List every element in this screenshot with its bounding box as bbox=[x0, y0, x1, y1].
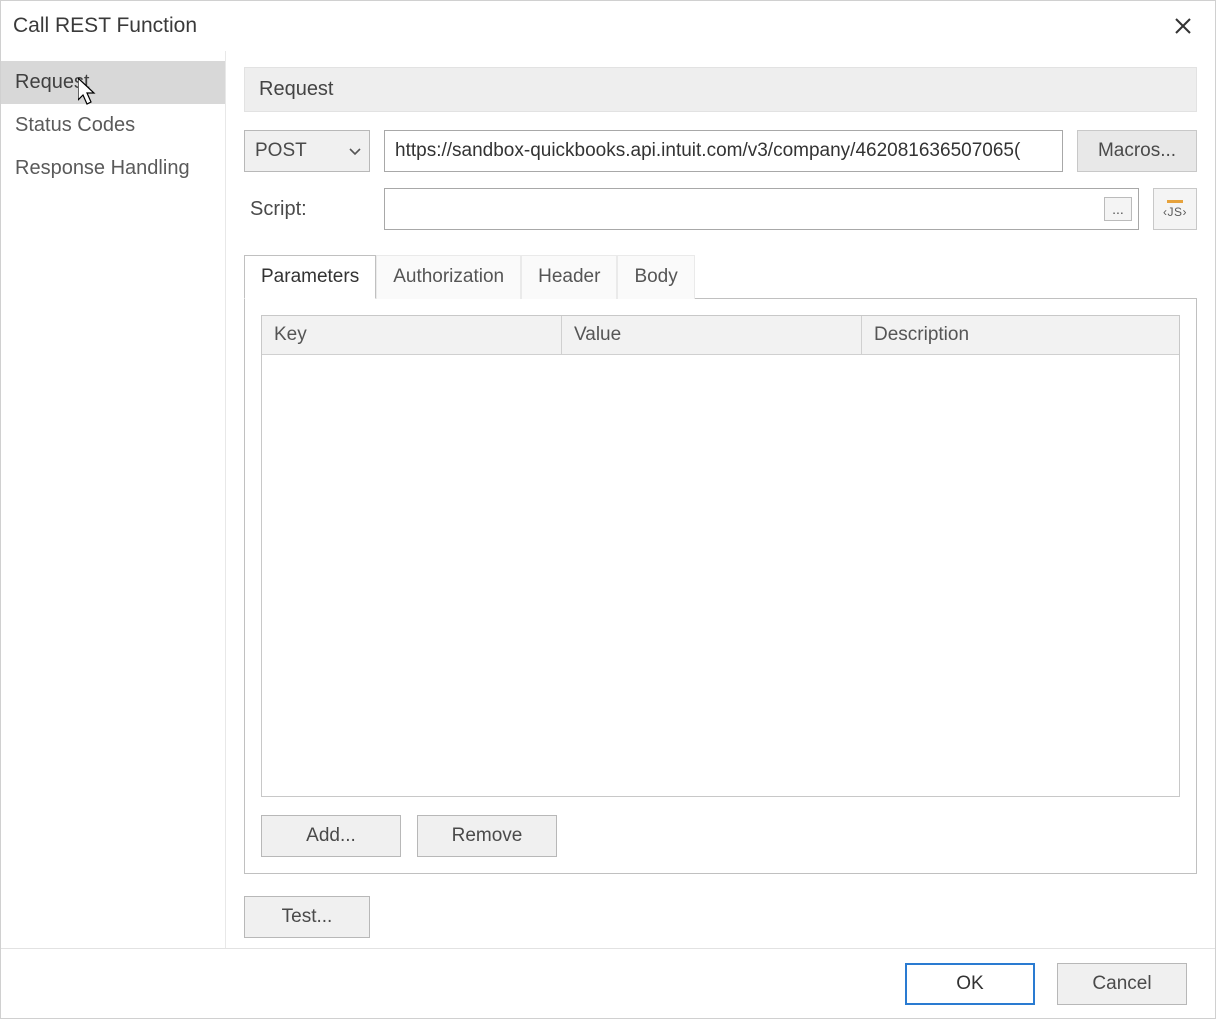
tab-label: Authorization bbox=[393, 266, 504, 287]
tab-label: Header bbox=[538, 266, 600, 287]
tab-authorization[interactable]: Authorization bbox=[376, 255, 521, 299]
tab-label: Parameters bbox=[261, 266, 359, 287]
test-button[interactable]: Test... bbox=[244, 896, 370, 938]
script-browse-button[interactable]: ... bbox=[1104, 197, 1132, 221]
tabs-area: Parameters Authorization Header Body bbox=[244, 254, 1197, 874]
sidebar-item-label: Status Codes bbox=[15, 114, 135, 136]
dialog-footer: OK Cancel bbox=[1, 948, 1215, 1018]
main-panel: Request POST Macros... Script: bbox=[226, 51, 1215, 948]
parameters-grid[interactable]: Key Value Description bbox=[261, 315, 1180, 797]
url-input[interactable] bbox=[384, 130, 1063, 172]
http-method-select[interactable]: POST bbox=[244, 130, 370, 172]
script-input[interactable]: ... bbox=[384, 188, 1139, 230]
method-url-row: POST Macros... bbox=[244, 130, 1197, 172]
grid-header: Key Value Description bbox=[262, 316, 1179, 355]
tab-panel-parameters: Key Value Description Add... Remove bbox=[244, 298, 1197, 874]
http-method-value: POST bbox=[255, 140, 307, 162]
grid-col-value[interactable]: Value bbox=[562, 316, 862, 354]
chevron-down-icon bbox=[349, 140, 361, 162]
js-icon: ‹JS› bbox=[1163, 200, 1187, 219]
macros-button[interactable]: Macros... bbox=[1077, 130, 1197, 172]
grid-col-description[interactable]: Description bbox=[862, 316, 1179, 354]
remove-button-label: Remove bbox=[452, 825, 523, 847]
dialog-title: Call REST Function bbox=[13, 14, 1163, 38]
grid-buttons-row: Add... Remove bbox=[261, 815, 1180, 857]
script-editor-button[interactable]: ‹JS› bbox=[1153, 188, 1197, 230]
remove-button[interactable]: Remove bbox=[417, 815, 557, 857]
ellipsis-icon: ... bbox=[1112, 201, 1124, 217]
tab-body[interactable]: Body bbox=[617, 255, 694, 299]
tab-header[interactable]: Header bbox=[521, 255, 617, 299]
script-label: Script: bbox=[244, 198, 370, 221]
section-header: Request bbox=[244, 67, 1197, 112]
add-button[interactable]: Add... bbox=[261, 815, 401, 857]
titlebar: Call REST Function bbox=[1, 1, 1215, 51]
dialog-call-rest-function: Call REST Function Request Status Codes … bbox=[0, 0, 1216, 1019]
tab-label: Body bbox=[634, 266, 677, 287]
sidebar-item-request[interactable]: Request bbox=[1, 61, 225, 104]
add-button-label: Add... bbox=[306, 825, 356, 847]
cancel-button[interactable]: Cancel bbox=[1057, 963, 1187, 1005]
dialog-body: Request Status Codes Response Handling R… bbox=[1, 51, 1215, 948]
close-icon bbox=[1174, 17, 1192, 35]
grid-body[interactable] bbox=[262, 355, 1179, 796]
macros-button-label: Macros... bbox=[1098, 140, 1176, 162]
sidebar-item-label: Request bbox=[15, 71, 90, 93]
test-button-label: Test... bbox=[282, 906, 333, 928]
sidebar-item-label: Response Handling bbox=[15, 157, 190, 179]
sidebar-item-status-codes[interactable]: Status Codes bbox=[1, 104, 225, 147]
test-row: Test... bbox=[244, 896, 1197, 938]
close-button[interactable] bbox=[1163, 6, 1203, 46]
sidebar-item-response-handling[interactable]: Response Handling bbox=[1, 147, 225, 190]
script-row: Script: ... ‹JS› bbox=[244, 188, 1197, 230]
tab-parameters[interactable]: Parameters bbox=[244, 255, 376, 299]
sidebar: Request Status Codes Response Handling bbox=[1, 51, 226, 948]
grid-col-key[interactable]: Key bbox=[262, 316, 562, 354]
tabstrip: Parameters Authorization Header Body bbox=[244, 254, 1197, 298]
ok-button-label: OK bbox=[956, 973, 983, 995]
ok-button[interactable]: OK bbox=[905, 963, 1035, 1005]
cancel-button-label: Cancel bbox=[1092, 973, 1151, 995]
